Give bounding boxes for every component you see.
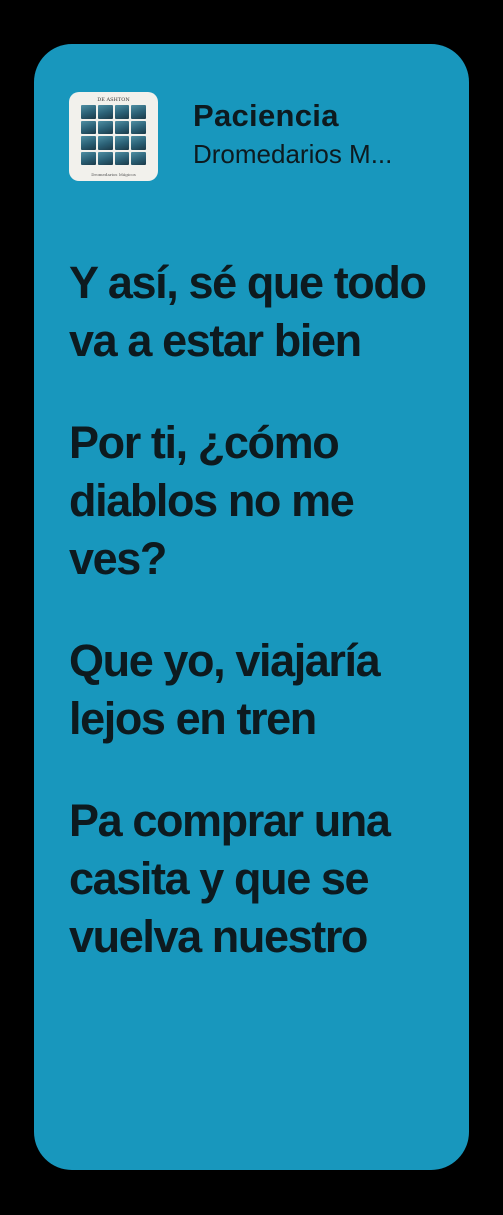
lyric-line: Y así, sé que todo va a estar bien <box>69 257 427 366</box>
lyric-line: Que yo, viajaría lejos en tren <box>69 635 381 744</box>
artist-name: Dromedarios M... <box>193 139 393 169</box>
track-header: DE ASHTON Dromedarios Mágicos Paciencia … <box>69 92 428 181</box>
album-cover-title: DE ASHTON <box>97 97 130 103</box>
track-meta: Paciencia Dromedarios M... <box>193 92 428 172</box>
lyric-line: Por ti, ¿cómo diablos no me ves? <box>69 417 355 584</box>
album-cover-subtitle: Dromedarios Mágicos <box>91 172 136 177</box>
song-title: Paciencia <box>193 98 339 133</box>
lyrics-list: Y así, sé que todo va a estar bien Por t… <box>69 254 454 1010</box>
album-cover: DE ASHTON Dromedarios Mágicos <box>69 92 158 181</box>
lyrics-card[interactable]: DE ASHTON Dromedarios Mágicos Paciencia … <box>34 44 469 1170</box>
album-cover-photo-grid <box>81 105 146 165</box>
lyric-line: Pa comprar una casita y que se vuelva nu… <box>69 795 391 962</box>
